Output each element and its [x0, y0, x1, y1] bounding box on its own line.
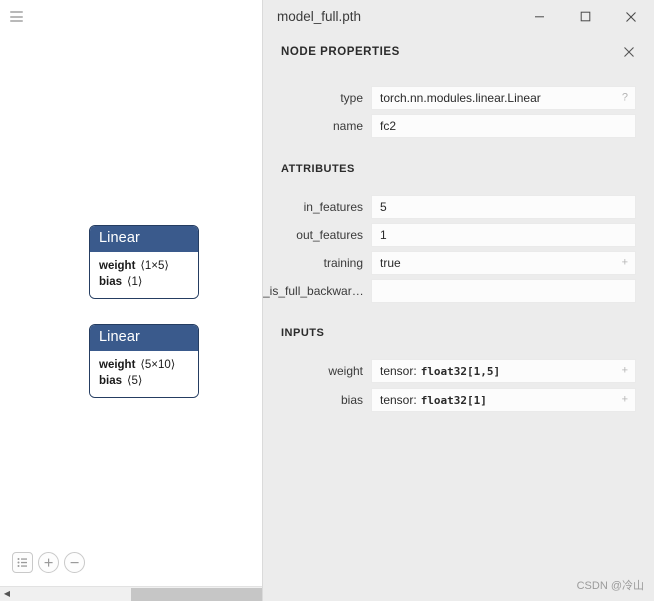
expand-icon[interactable]: +	[622, 257, 628, 269]
field-label: in_features	[303, 200, 363, 214]
field-label: out_features	[296, 228, 363, 242]
zoom-out-button[interactable]	[64, 552, 85, 573]
field-value: 1	[380, 228, 387, 242]
field-row-type: type torch.nn.modules.linear.Linear ?	[263, 86, 636, 110]
zoom-in-icon	[44, 558, 53, 567]
graph-node[interactable]: Linear weight ⟨1×5⟩ bias ⟨1⟩	[89, 225, 199, 300]
graph-node-attribute: bias ⟨5⟩	[99, 373, 189, 390]
maximize-button[interactable]	[562, 0, 608, 33]
horizontal-scrollbar[interactable]: ◀ ▶	[0, 586, 262, 601]
close-panel-button[interactable]	[620, 43, 638, 61]
list-icon	[17, 558, 27, 567]
tensor-prefix: tensor:	[380, 364, 417, 378]
tensor-type: float32[1]	[420, 393, 487, 407]
field-row-weight: weight tensor: float32[1,5] +	[263, 359, 636, 383]
attribute-key: bias	[99, 276, 123, 289]
attribute-value: ⟨5×10⟩	[140, 358, 176, 371]
attribute-value: ⟨1×5⟩	[140, 259, 169, 272]
field-value: torch.nn.modules.linear.Linear	[380, 91, 541, 105]
hamburger-menu-icon[interactable]	[10, 11, 23, 22]
panel-header: NODE PROPERTIES	[263, 33, 654, 61]
attribute-value: ⟨1⟩	[127, 276, 143, 289]
type-name-fields: type torch.nn.modules.linear.Linear ? na…	[263, 86, 654, 138]
field-row-bias: bias tensor: float32[1] +	[263, 388, 636, 412]
weight-tensor-field[interactable]: tensor: float32[1,5] +	[371, 359, 636, 383]
expand-icon[interactable]: +	[622, 365, 628, 377]
zoom-in-button[interactable]	[38, 552, 59, 573]
field-label: name	[332, 119, 363, 133]
name-field[interactable]: fc2	[371, 114, 636, 138]
help-icon[interactable]: ?	[622, 92, 628, 104]
field-label: type	[340, 91, 363, 105]
graph-node-attribute: bias ⟨1⟩	[99, 274, 189, 291]
graph-node-body: weight ⟨5×10⟩ bias ⟨5⟩	[90, 350, 198, 398]
graph-node-body: weight ⟨1×5⟩ bias ⟨1⟩	[90, 251, 198, 299]
close-icon	[624, 47, 634, 57]
canvas-toolbar	[12, 552, 85, 573]
maximize-icon	[580, 11, 590, 22]
window-titlebar: model_full.pth	[263, 0, 654, 33]
field-value: true	[380, 256, 401, 270]
scrollbar-thumb[interactable]	[131, 587, 262, 601]
field-value: fc2	[380, 119, 397, 133]
close-window-button[interactable]	[608, 0, 654, 33]
attribute-key: weight	[99, 259, 136, 272]
type-field[interactable]: torch.nn.modules.linear.Linear ?	[371, 86, 636, 110]
hamburger-bar	[10, 15, 23, 18]
field-label: _is_full_backwar…	[263, 284, 364, 298]
tensor-type: float32[1,5]	[420, 364, 501, 378]
field-row-in-features: in_features 5	[263, 195, 636, 219]
window-title: model_full.pth	[277, 9, 362, 24]
attribute-key: bias	[99, 375, 123, 388]
hamburger-bar	[10, 20, 23, 22]
tensor-prefix: tensor:	[380, 393, 417, 407]
inputs-section-title: INPUTS	[281, 327, 325, 339]
field-label: weight	[328, 364, 363, 378]
attributes-fields: in_features 5 out_features 1 training tr…	[263, 195, 654, 303]
attributes-section-title: ATTRIBUTES	[281, 163, 355, 175]
node-properties-panel: model_full.pth NODE PROPERTIES type torc…	[262, 0, 654, 601]
field-row-training: training true +	[263, 251, 636, 275]
graph-node-title: Linear	[90, 226, 198, 252]
panel-title: NODE PROPERTIES	[281, 46, 400, 58]
graph-node-attribute: weight ⟨5×10⟩	[99, 357, 189, 374]
graph-node-title: Linear	[90, 325, 198, 351]
field-label: bias	[340, 393, 363, 407]
graph-canvas[interactable]: Linear weight ⟨1×5⟩ bias ⟨1⟩ Linear weight…	[0, 0, 262, 601]
attribute-key: weight	[99, 358, 136, 371]
field-value: 5	[380, 200, 387, 214]
training-field[interactable]: true +	[371, 251, 636, 275]
bias-tensor-field[interactable]: tensor: float32[1] +	[371, 388, 636, 412]
graph-node-attribute: weight ⟨1×5⟩	[99, 258, 189, 275]
window-controls	[516, 0, 654, 33]
field-row-name: name fc2	[263, 114, 636, 138]
zoom-out-icon	[70, 562, 79, 564]
close-icon	[626, 11, 636, 22]
minimize-button[interactable]	[516, 0, 562, 33]
is-full-backward-field[interactable]	[371, 279, 636, 303]
watermark: CSDN @冷山	[576, 580, 644, 592]
scroll-left-arrow-icon[interactable]: ◀	[0, 590, 14, 598]
inputs-fields: weight tensor: float32[1,5] + bias tenso…	[263, 359, 654, 412]
hamburger-bar	[10, 11, 23, 13]
field-row-out-features: out_features 1	[263, 223, 636, 247]
attribute-value: ⟨5⟩	[127, 375, 143, 388]
graph-list-button[interactable]	[12, 552, 33, 573]
out-features-field[interactable]: 1	[371, 223, 636, 247]
field-row-is-full-backward: _is_full_backwar…	[263, 279, 636, 303]
scrollbar-track[interactable]	[14, 587, 262, 601]
minimize-icon	[534, 16, 544, 18]
graph-node[interactable]: Linear weight ⟨5×10⟩ bias ⟨5⟩	[89, 324, 199, 399]
field-label: training	[323, 256, 363, 270]
in-features-field[interactable]: 5	[371, 195, 636, 219]
expand-icon[interactable]: +	[622, 394, 628, 406]
